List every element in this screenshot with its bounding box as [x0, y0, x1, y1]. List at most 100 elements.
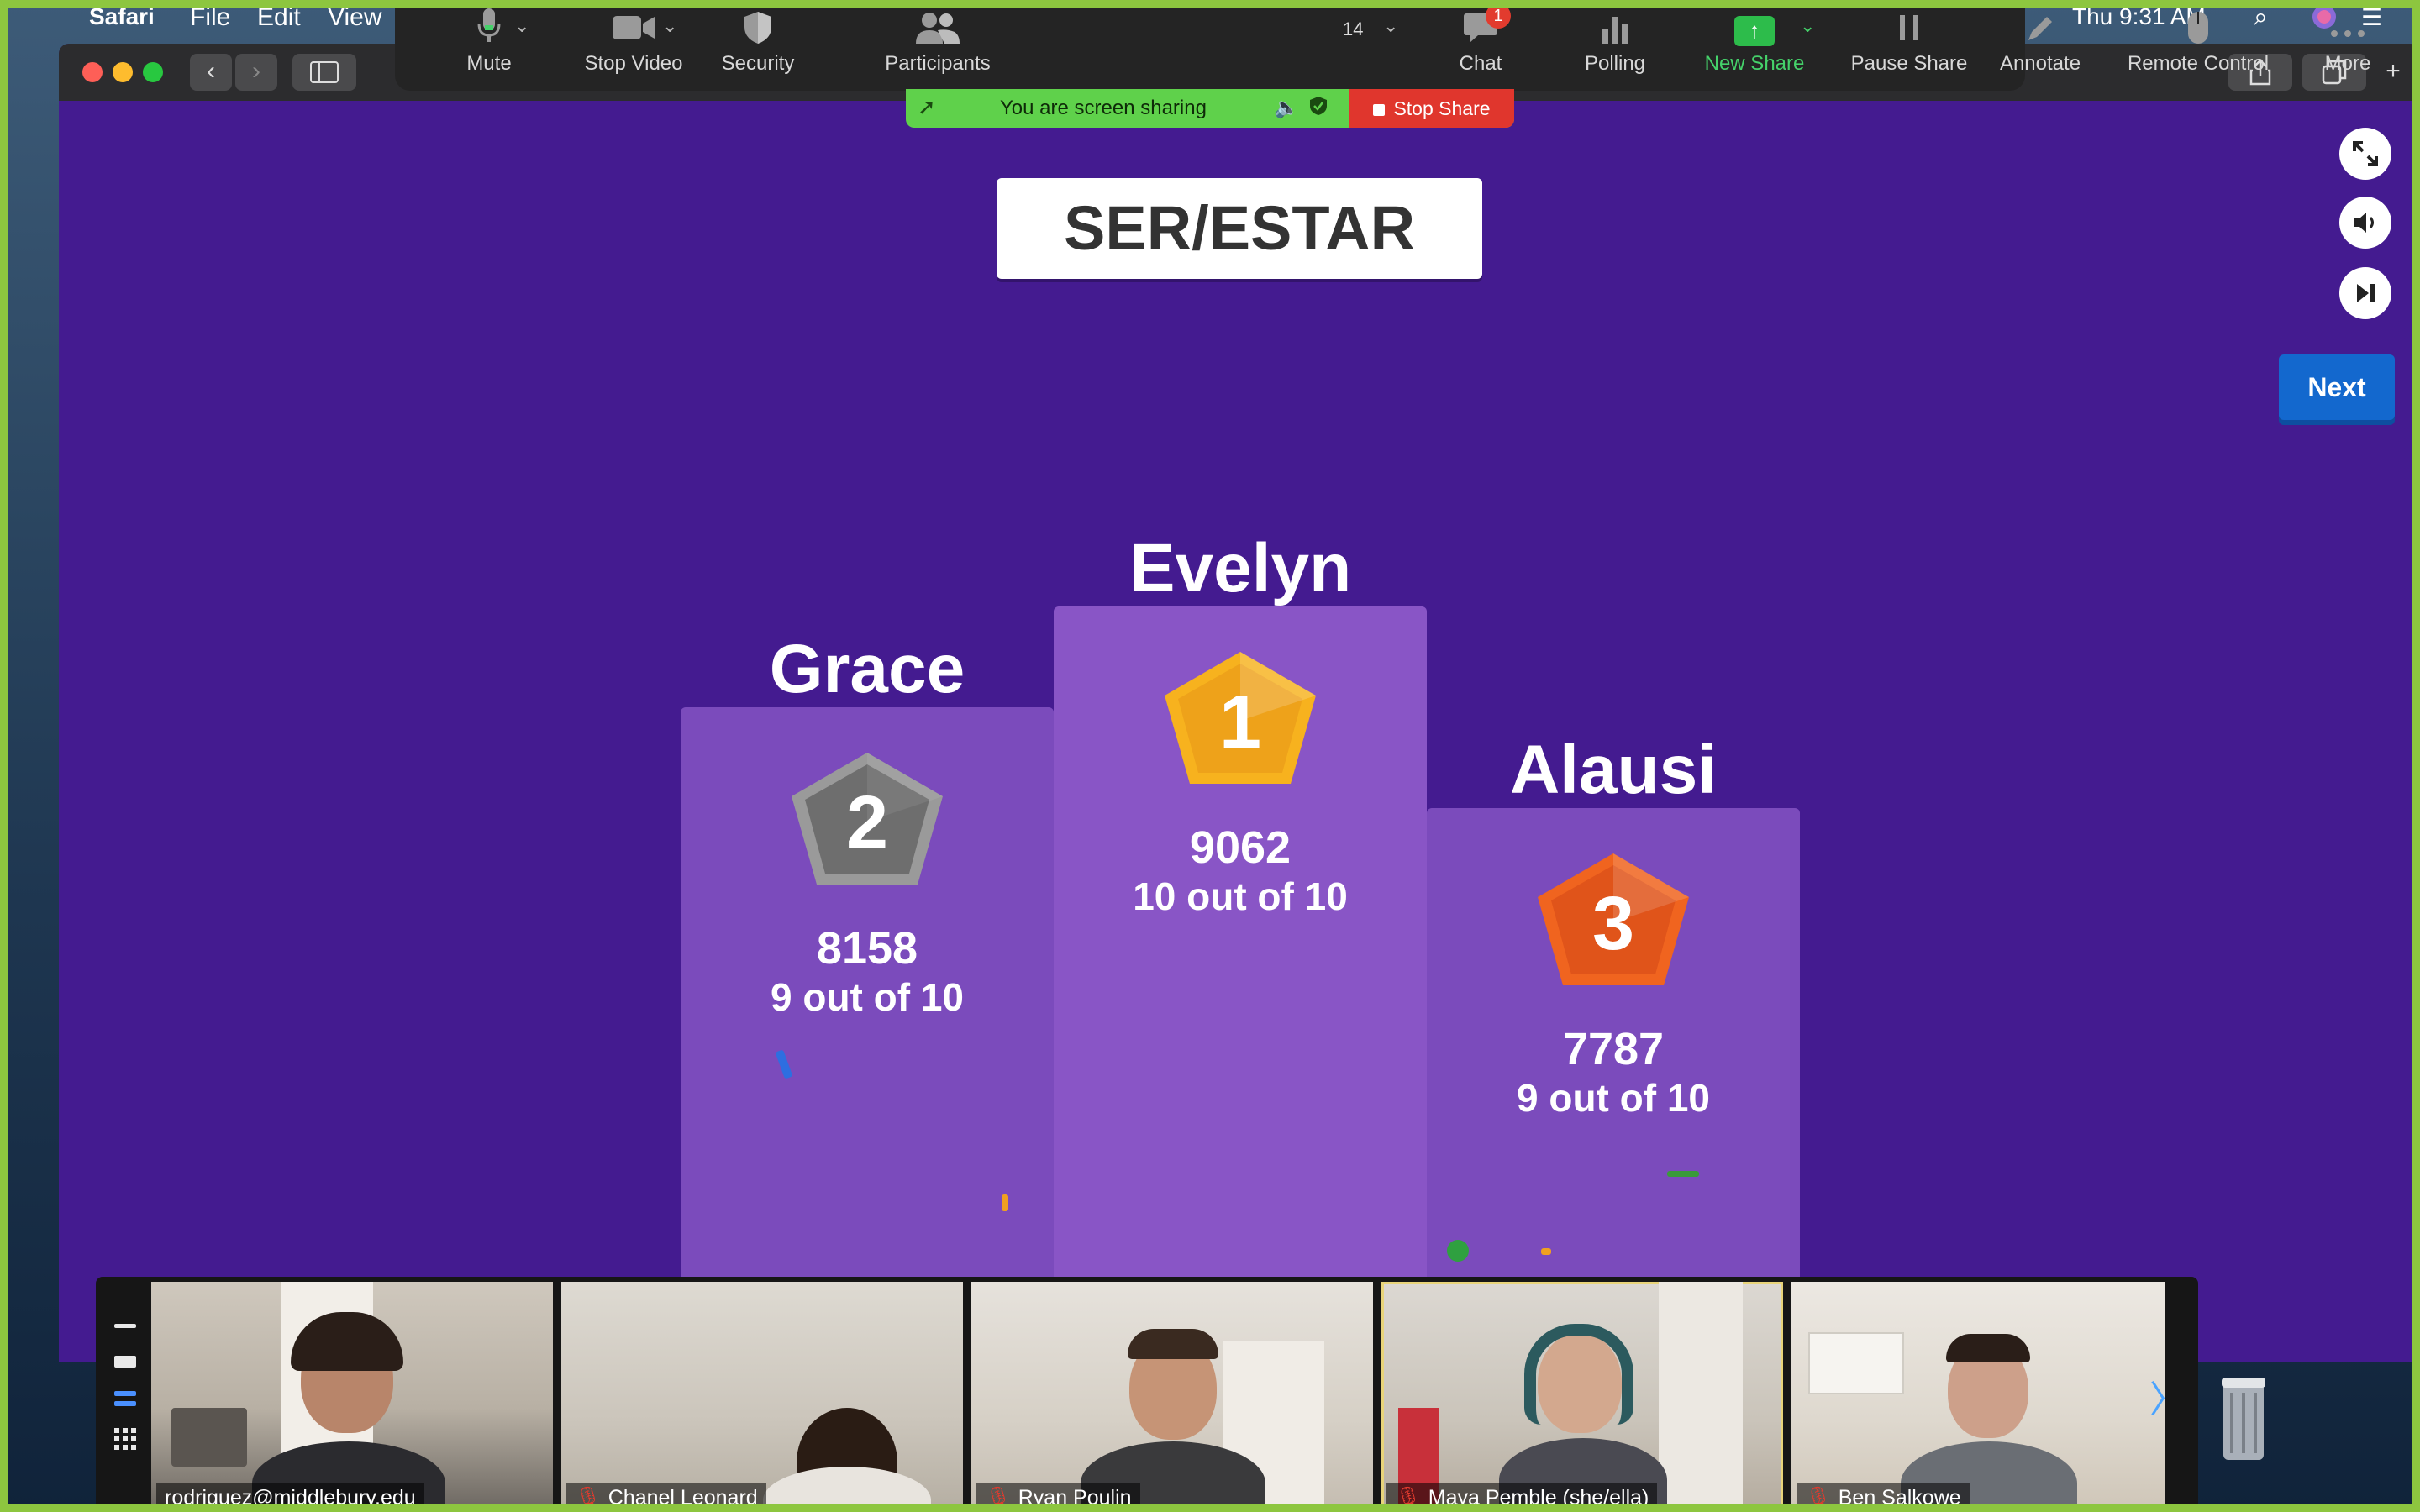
microphone-icon [422, 7, 556, 49]
close-window-button[interactable] [82, 62, 103, 82]
podium-first: 1 9062 10 out of 10 [1054, 606, 1427, 1362]
podium-name-second: Grace [769, 631, 965, 707]
podium-correct-third: 9 out of 10 [1516, 1076, 1711, 1120]
confetti-piece [1541, 1248, 1551, 1255]
medal-number-third: 3 [1592, 882, 1634, 966]
volume-icon[interactable] [2339, 197, 2391, 249]
participants-label: Participants [885, 52, 991, 75]
video-gallery-strip: rodriguez@middlebury.edu 🎙 Chanel Leonard… [96, 1277, 2198, 1512]
speaker-view-icon[interactable] [114, 1356, 136, 1368]
bronze-medal-icon: 3 [1538, 853, 1689, 985]
video-tile-1[interactable]: rodriguez@middlebury.edu [151, 1282, 553, 1512]
remote-control-button[interactable]: Remote Control [2114, 7, 2282, 76]
minimize-strip-icon[interactable] [114, 1324, 136, 1328]
silver-medal-icon: 2 [792, 753, 943, 885]
strip-view-icon[interactable] [114, 1391, 136, 1396]
screen-sharing-banner: ➚ You are screen sharing 🔈 Stop Share [906, 89, 1514, 128]
back-button[interactable]: ‹ [190, 54, 232, 91]
minimize-window-button[interactable] [113, 62, 133, 82]
annotate-button[interactable]: Annotate [1973, 7, 2107, 76]
gold-medal-icon: 1 [1165, 652, 1316, 784]
remote-control-label: Remote Control [2127, 52, 2270, 75]
forward-button[interactable]: › [235, 54, 277, 91]
video-tile-4[interactable]: 🎙 Maya Pemble (she/ella) [1381, 1282, 1783, 1512]
stop-share-label: Stop Share [1393, 97, 1491, 119]
speaker-icon[interactable]: 🔈 [1274, 96, 1299, 120]
chat-unread-badge: 1 [1486, 3, 1511, 29]
more-dots-icon [2281, 7, 2415, 49]
video-tile-5[interactable]: 🎙 Ben Salkowe [1791, 1282, 2165, 1512]
stop-square-icon [1373, 103, 1386, 116]
new-share-label: New Share [1704, 52, 1805, 75]
next-button[interactable]: Next [2279, 354, 2395, 420]
menu-app-name[interactable]: Safari [89, 3, 155, 30]
sidebar-toggle-icon[interactable] [292, 54, 356, 91]
pause-share-label: Pause Share [1850, 52, 1968, 75]
more-button[interactable]: More [2281, 7, 2415, 76]
participant-count: 14 [1343, 18, 1364, 39]
chat-bubble-icon [1413, 7, 1548, 49]
muted-mic-icon: 🎙 [1395, 1486, 1422, 1509]
strip-view-icon-lower [114, 1401, 136, 1406]
podium-second: 2 8158 9 out of 10 [681, 707, 1054, 1362]
share-arrow-icon[interactable]: ➚ [918, 94, 936, 120]
stop-share-button[interactable]: Stop Share [1349, 89, 1514, 128]
chat-button[interactable]: Chat [1413, 7, 1548, 76]
shield-icon [691, 7, 825, 49]
security-button[interactable]: Security [691, 7, 825, 76]
muted-mic-icon: 🎙 [575, 1486, 602, 1509]
confetti-piece [1667, 1171, 1699, 1177]
security-label: Security [721, 52, 795, 75]
podium-name-first: Evelyn [1128, 530, 1352, 606]
menu-edit[interactable]: Edit [257, 3, 301, 32]
next-page-chevron-icon[interactable]: 〉 [2149, 1369, 2186, 1423]
zoom-window-button[interactable] [143, 62, 163, 82]
mute-options-chevron-icon[interactable]: ⌄ [514, 15, 529, 37]
mute-label: Mute [466, 52, 512, 75]
bar-chart-icon [1548, 7, 1682, 49]
muted-mic-icon: 🎙 [985, 1486, 1012, 1509]
muted-mic-icon: 🎙 [1805, 1486, 1832, 1509]
mouse-icon [2114, 7, 2282, 49]
polling-label: Polling [1584, 52, 1646, 75]
medal-number-first: 1 [1219, 680, 1261, 764]
participant-name-2: 🎙 Chanel Leonard [566, 1483, 766, 1512]
participants-icon [854, 7, 1022, 49]
safari-window: ‹ › + SER/ESTAR Next Grace 2 8158 9 out … [59, 44, 2420, 1362]
chat-label: Chat [1459, 52, 1502, 75]
participants-button[interactable]: Participants [854, 7, 1022, 76]
participant-name-1: rodriguez@middlebury.edu [156, 1483, 424, 1512]
video-tile-2[interactable]: 🎙 Chanel Leonard [561, 1282, 963, 1512]
kahoot-podium-page: SER/ESTAR Next Grace 2 8158 9 out of 10 … [59, 101, 2420, 1362]
podium-correct-second: 9 out of 10 [770, 975, 965, 1019]
medal-number-second: 2 [846, 781, 888, 865]
video-options-chevron-icon[interactable]: ⌄ [662, 15, 677, 37]
skip-icon[interactable] [2339, 267, 2391, 319]
screen-sharing-text: You are screen sharing [1000, 97, 1207, 119]
confetti-piece [1002, 1194, 1008, 1211]
menu-view[interactable]: View [328, 3, 381, 32]
participants-options-chevron-icon[interactable]: ⌄ [1383, 15, 1398, 37]
gallery-grid-icon[interactable] [114, 1428, 136, 1450]
fullscreen-icon[interactable] [2339, 128, 2391, 180]
shield-check-icon [1309, 96, 1328, 122]
quiz-title: SER/ESTAR [997, 178, 1482, 279]
mute-button[interactable]: Mute [422, 7, 556, 76]
more-label: More [2324, 52, 2371, 75]
video-tile-3[interactable]: 🎙 Ryan Poulin [971, 1282, 1373, 1512]
podium-correct-first: 10 out of 10 [1133, 874, 1348, 918]
polling-button[interactable]: Polling [1548, 7, 1682, 76]
participant-name-3: 🎙 Ryan Poulin [976, 1483, 1140, 1512]
annotate-label: Annotate [1999, 52, 2081, 75]
pause-share-button[interactable]: Pause Share [1833, 7, 1985, 76]
trash-icon[interactable] [2218, 1374, 2269, 1467]
share-options-chevron-icon[interactable]: ⌄ [1800, 15, 1815, 37]
participant-name-5: 🎙 Ben Salkowe [1797, 1483, 1970, 1512]
upload-arrow-icon: ↑ [1734, 16, 1775, 46]
pencil-icon [1973, 7, 2107, 49]
confetti-piece [1447, 1240, 1469, 1262]
menu-file[interactable]: File [190, 3, 230, 32]
podium-score-first: 9062 [1189, 822, 1292, 873]
zoom-meeting-toolbar: Mute ⌄ Stop Video ⌄ Security Participant… [395, 0, 2370, 91]
podium-score-third: 7787 [1562, 1024, 1665, 1074]
